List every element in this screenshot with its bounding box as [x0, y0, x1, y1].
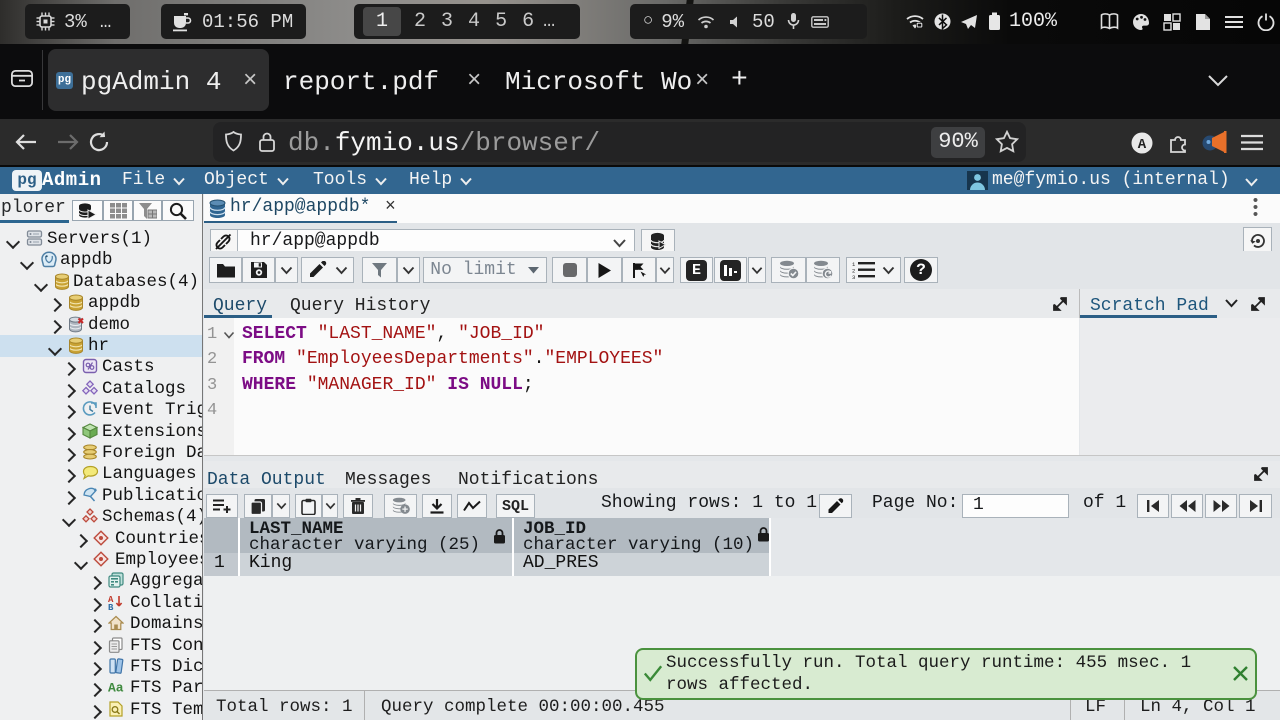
svg-text:Aa: Aa: [108, 681, 124, 696]
svg-text:B: B: [108, 603, 114, 610]
svg-text:A: A: [1138, 137, 1147, 153]
svg-text:3: 3: [852, 274, 855, 279]
